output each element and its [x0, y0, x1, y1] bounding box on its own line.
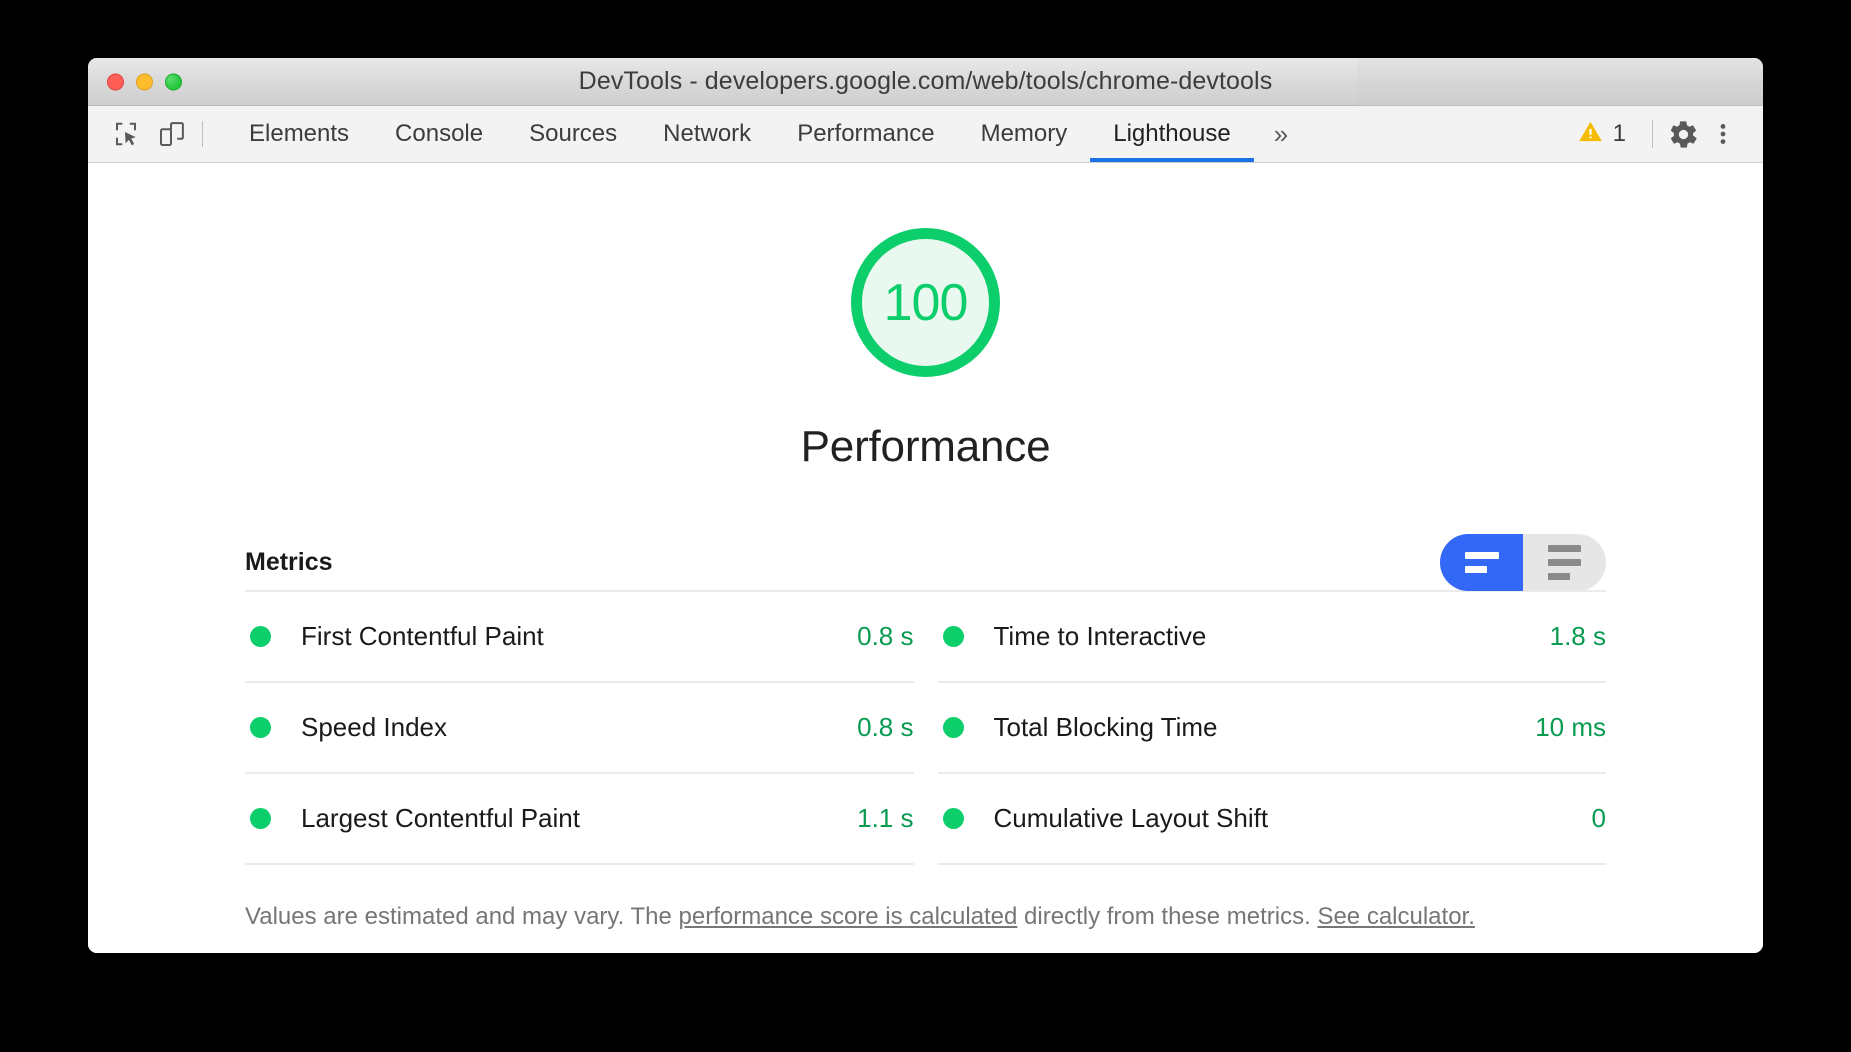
- page-title: Performance: [800, 422, 1051, 471]
- toolbar-right-icons: 1: [1561, 106, 1763, 162]
- tab-label: Elements: [249, 120, 350, 147]
- metric-row[interactable]: First Contentful Paint 0.8 s: [245, 592, 914, 683]
- metric-row[interactable]: Time to Interactive 1.8 s: [937, 592, 1606, 683]
- warning-count: 1: [1612, 120, 1626, 147]
- metric-value: 0.8 s: [857, 712, 914, 742]
- status-badge: [942, 626, 964, 647]
- metric-row[interactable]: Cumulative Layout Shift 0: [937, 774, 1606, 865]
- tab-network[interactable]: Network: [640, 106, 774, 162]
- metric-row[interactable]: Largest Contentful Paint 1.1 s: [245, 774, 914, 865]
- tab-label: Memory: [980, 120, 1068, 147]
- lighthouse-report: 100 Performance Metrics First Contentful…: [88, 163, 1763, 953]
- metric-label: Speed Index: [301, 712, 448, 742]
- performance-score-link[interactable]: performance score is calculated: [679, 903, 1018, 930]
- tab-label: Sources: [529, 120, 618, 147]
- screenshot-root: DevTools - developers.google.com/web/too…: [0, 0, 1851, 1052]
- status-badge: [250, 717, 271, 738]
- toolbar-right-divider: [1652, 120, 1653, 148]
- metric-value: 0: [1591, 803, 1606, 833]
- more-tabs-chevron-icon[interactable]: »: [1254, 106, 1308, 162]
- tab-sources[interactable]: Sources: [506, 106, 640, 162]
- device-toolbar-icon[interactable]: [156, 118, 188, 150]
- toolbar-left-icons: [88, 106, 226, 162]
- disclaimer-part-1: Values are estimated and may vary. The: [245, 903, 679, 930]
- devtools-window: DevTools - developers.google.com/web/too…: [88, 58, 1763, 953]
- tab-label: Lighthouse: [1113, 120, 1231, 147]
- performance-score-gauge[interactable]: 100: [844, 221, 1007, 384]
- disclaimer-part-2: directly from these metrics.: [1017, 903, 1318, 930]
- status-badge: [250, 808, 271, 829]
- metric-label: Largest Contentful Paint: [301, 803, 580, 833]
- metrics-heading: Metrics: [245, 547, 333, 576]
- tab-memory[interactable]: Memory: [958, 106, 1091, 162]
- metric-label: Cumulative Layout Shift: [993, 803, 1269, 833]
- toggle-list-view-button[interactable]: [1523, 534, 1606, 591]
- toggle-timeline-view-button[interactable]: [1440, 533, 1523, 591]
- tab-lighthouse[interactable]: Lighthouse: [1090, 106, 1255, 162]
- metric-label: Total Blocking Time: [993, 712, 1218, 742]
- metrics-header: Metrics: [245, 533, 1606, 591]
- see-calculator-link[interactable]: See calculator.: [1317, 903, 1474, 930]
- warning-triangle-icon: [1577, 118, 1604, 150]
- devtools-tab-strip: Elements Console Sources Network Perform…: [226, 106, 1308, 162]
- tab-label: Performance: [797, 120, 935, 147]
- tab-label: Network: [663, 120, 752, 147]
- list-view-icon: [1548, 544, 1581, 580]
- metrics-view-toggle: [1440, 533, 1606, 591]
- status-badge: [942, 717, 964, 738]
- metric-value: 10 ms: [1535, 712, 1606, 742]
- status-badge: [250, 626, 271, 647]
- status-badge: [942, 808, 964, 829]
- warning-indicator[interactable]: 1: [1561, 118, 1642, 150]
- score-gauge-section: 100 Performance: [88, 163, 1763, 472]
- tab-console[interactable]: Console: [372, 106, 506, 162]
- metric-value: 1.1 s: [857, 803, 914, 833]
- metric-label: First Contentful Paint: [301, 621, 544, 651]
- timeline-view-icon: [1464, 551, 1499, 573]
- inspect-element-icon[interactable]: [110, 118, 142, 150]
- metrics-grid: First Contentful Paint 0.8 s Time to Int…: [245, 590, 1606, 865]
- metric-label: Time to Interactive: [993, 621, 1207, 651]
- more-options-icon[interactable]: [1703, 114, 1743, 154]
- metrics-section: Metrics First Contentful Paint 0.8 s Tim…: [245, 533, 1606, 865]
- tab-performance[interactable]: Performance: [774, 106, 957, 162]
- window-title: DevTools - developers.google.com/web/too…: [578, 67, 1273, 95]
- window-titlebar: DevTools - developers.google.com/web/too…: [88, 58, 1763, 106]
- metric-value: 1.8 s: [1549, 621, 1606, 651]
- gear-icon[interactable]: [1663, 114, 1703, 154]
- more-tabs-label: »: [1273, 118, 1289, 149]
- tab-label: Console: [395, 120, 484, 147]
- metrics-disclaimer: Values are estimated and may vary. The p…: [245, 901, 1606, 932]
- metric-row[interactable]: Total Blocking Time 10 ms: [937, 683, 1606, 774]
- metric-row[interactable]: Speed Index 0.8 s: [245, 683, 914, 774]
- metric-value: 0.8 s: [857, 621, 914, 651]
- devtools-toolbar: Elements Console Sources Network Perform…: [88, 106, 1763, 163]
- score-value: 100: [883, 273, 969, 332]
- tab-elements[interactable]: Elements: [226, 106, 372, 162]
- toolbar-divider: [202, 121, 203, 147]
